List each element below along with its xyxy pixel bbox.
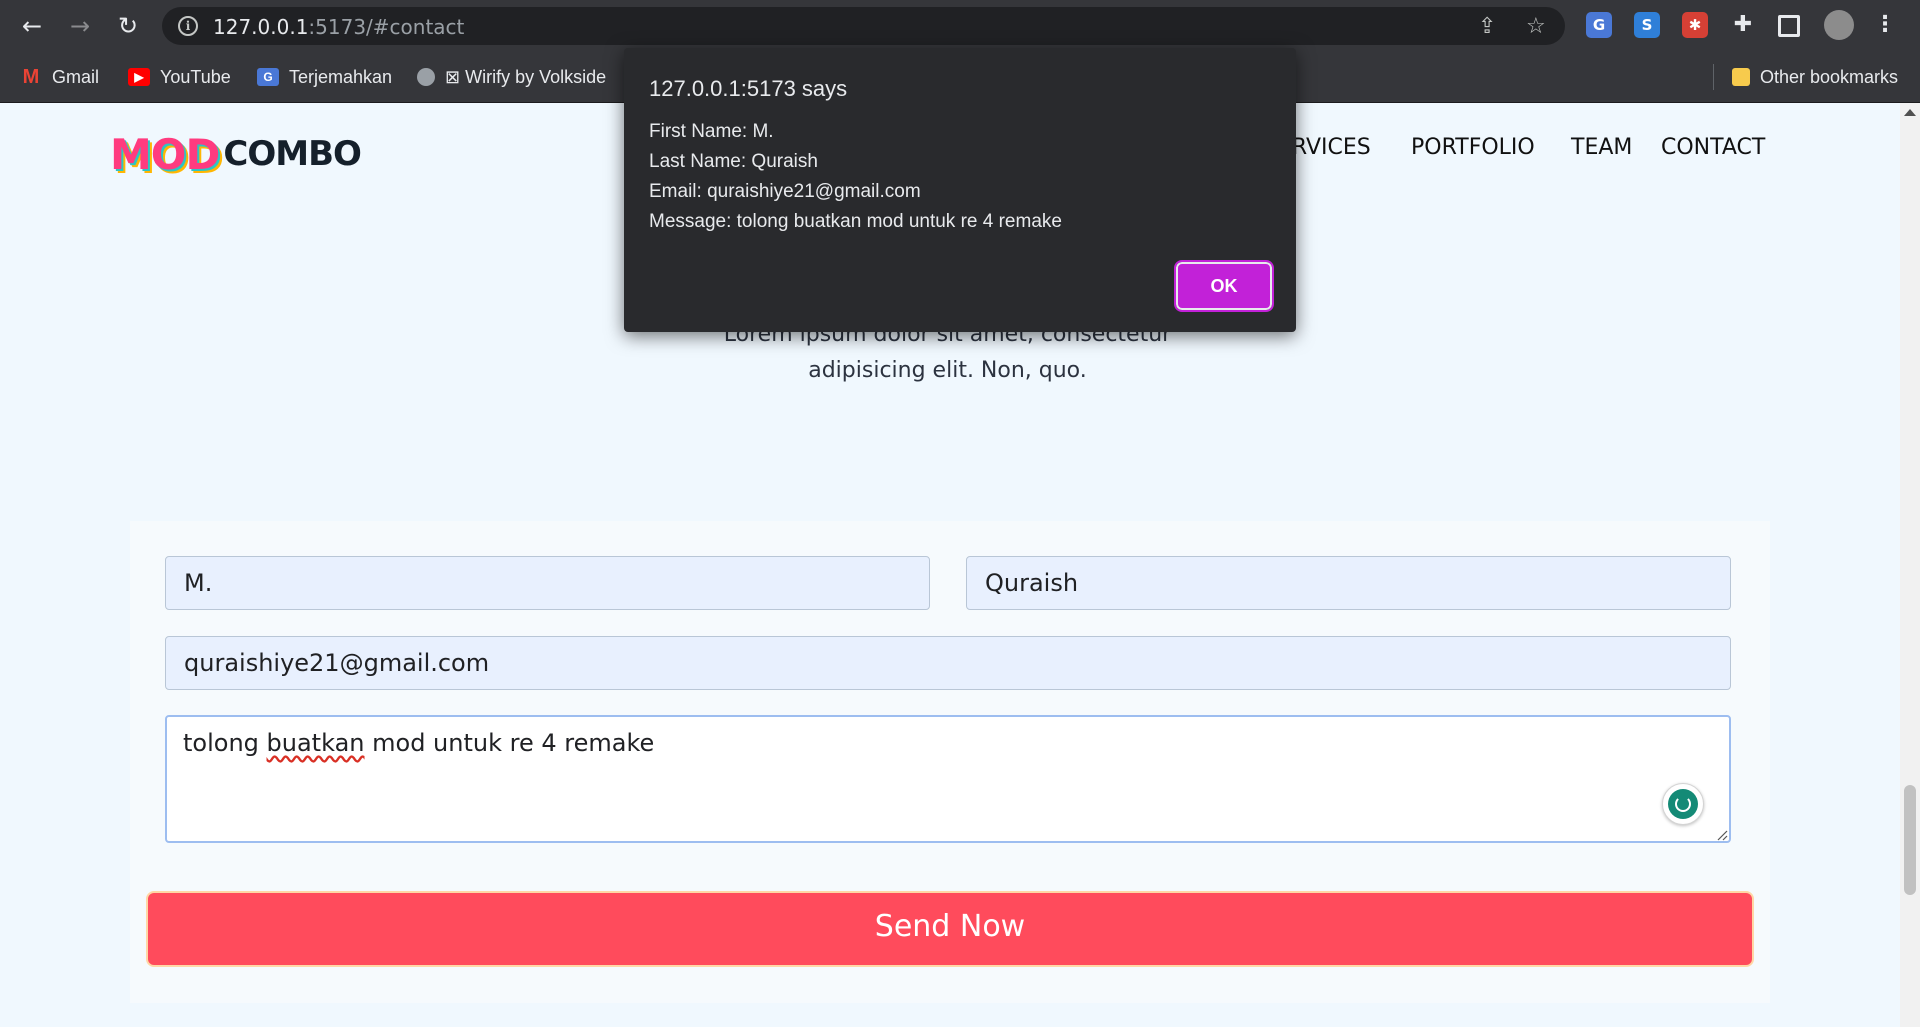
- bookmark-terjemahkan[interactable]: G Terjemahkan: [257, 62, 392, 92]
- bookmark-star-icon[interactable]: ☆: [1526, 14, 1546, 39]
- s-extension-icon[interactable]: S: [1634, 12, 1660, 38]
- email-input[interactable]: quraishiye21@gmail.com: [165, 636, 1731, 690]
- red-extension-icon[interactable]: ✱: [1682, 12, 1708, 38]
- folder-icon: [1732, 68, 1750, 86]
- dialog-line-first-name: First Name: M.: [649, 121, 774, 142]
- bookmark-gmail[interactable]: M Gmail: [20, 62, 99, 92]
- last-name-input[interactable]: Quraish: [966, 556, 1731, 610]
- address-bar[interactable]: i 127.0.0.1:5173/#contact ⇪ ☆: [162, 7, 1565, 45]
- dialog-line-email: Email: quraishiye21@gmail.com: [649, 181, 921, 202]
- back-button[interactable]: ←: [16, 10, 48, 42]
- side-panel-icon[interactable]: [1778, 15, 1800, 37]
- alert-dialog: 127.0.0.1:5173 says First Name: M. Last …: [624, 48, 1296, 332]
- resize-handle-icon[interactable]: [1716, 829, 1728, 841]
- forward-button[interactable]: →: [64, 10, 96, 42]
- send-now-button[interactable]: Send Now: [146, 891, 1754, 967]
- browser-toolbar: ← → ↻ i 127.0.0.1:5173/#contact ⇪ ☆ G S …: [0, 0, 1920, 52]
- bookmark-wirify[interactable]: ⊠ Wirify by Volkside: [417, 62, 606, 92]
- chrome-menu-icon[interactable]: ⋮: [1872, 12, 1898, 38]
- nav-link-contact[interactable]: CONTACT: [1661, 135, 1765, 160]
- globe-icon: [417, 68, 435, 86]
- gmail-icon: M: [22, 66, 40, 88]
- share-icon[interactable]: ⇪: [1478, 14, 1496, 39]
- first-name-input[interactable]: M.: [165, 556, 930, 610]
- translate-icon: G: [257, 68, 279, 86]
- other-bookmarks[interactable]: Other bookmarks: [1732, 62, 1898, 92]
- extensions-puzzle-icon[interactable]: ✚: [1730, 12, 1756, 38]
- dialog-line-message: Message: tolong buatkan mod untuk re 4 r…: [649, 211, 1062, 232]
- address-url[interactable]: 127.0.0.1:5173/#contact: [213, 15, 464, 39]
- grammarly-icon[interactable]: [1662, 783, 1704, 825]
- site-logo[interactable]: MOD COMBO: [110, 129, 362, 179]
- dialog-title: 127.0.0.1:5173 says: [649, 76, 848, 101]
- message-textarea[interactable]: tolong buatkan mod untuk re 4 remake: [165, 715, 1731, 843]
- nav-link-team[interactable]: TEAM: [1571, 135, 1632, 160]
- misspelled-word[interactable]: buatkan: [267, 729, 365, 757]
- google-translate-extension-icon[interactable]: G: [1586, 12, 1612, 38]
- dialog-line-last-name: Last Name: Quraish: [649, 151, 818, 172]
- reload-button[interactable]: ↻: [112, 10, 144, 42]
- page-scrollbar[interactable]: [1900, 103, 1920, 1027]
- scrollbar-thumb[interactable]: [1904, 785, 1916, 895]
- profile-avatar-icon[interactable]: [1824, 10, 1854, 40]
- nav-link-portfolio[interactable]: PORTFOLIO: [1411, 135, 1535, 160]
- bookmarks-separator: [1713, 64, 1714, 90]
- site-info-icon[interactable]: i: [178, 16, 198, 36]
- youtube-icon: ▶: [128, 68, 150, 86]
- bookmark-youtube[interactable]: ▶ YouTube: [128, 62, 231, 92]
- scroll-up-icon[interactable]: [1904, 109, 1916, 116]
- ok-button[interactable]: OK: [1174, 260, 1274, 312]
